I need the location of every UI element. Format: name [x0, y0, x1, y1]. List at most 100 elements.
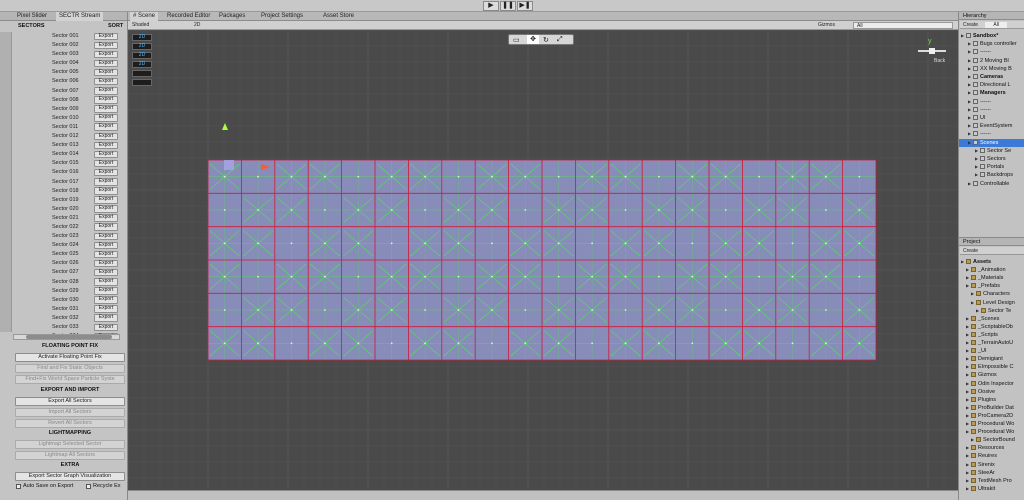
- sector-row[interactable]: Sector 017 Export: [12, 178, 120, 187]
- activate-floating-button[interactable]: Activate Floating Point Fix: [15, 353, 125, 362]
- overlay-toggle[interactable]: 2D: [132, 34, 152, 41]
- sector-export-button[interactable]: Export: [94, 123, 118, 131]
- hierarchy-item[interactable]: ▶ ------: [959, 48, 1024, 56]
- lightmap-selected-button[interactable]: Lightmap Selected Sector: [15, 440, 125, 449]
- project-item[interactable]: ▶ Demigiant: [959, 355, 1003, 363]
- project-item[interactable]: ▶ ProBuilder Dat: [959, 404, 1014, 412]
- overlay-toggle[interactable]: 2D: [132, 61, 152, 68]
- import-all-button[interactable]: Import All Sectors: [15, 408, 125, 417]
- sector-row[interactable]: Sector 021 Export: [12, 214, 120, 223]
- find-fix-particle-button[interactable]: Find+Fix World Space Particle Syste: [15, 375, 125, 384]
- sector-export-button[interactable]: Export: [94, 250, 118, 259]
- project-item[interactable]: ▶ Oosive: [959, 388, 995, 396]
- tab-sectr-stream[interactable]: SECTR Stream: [56, 12, 104, 21]
- hierarchy-item[interactable]: ▶ Bugs controller: [959, 40, 1024, 48]
- project-item[interactable]: ▶ TextMesh Pro: [959, 477, 1012, 485]
- hierarchy-item[interactable]: ▶ Managers: [959, 89, 1024, 97]
- sector-row[interactable]: Sector 005 Export: [12, 68, 120, 77]
- scene-canvas[interactable]: [128, 30, 958, 490]
- sector-row[interactable]: Sector 022 Export: [12, 223, 120, 232]
- project-item[interactable]: ▶ Reuires: [959, 452, 997, 460]
- export-visualization-button[interactable]: Export Sector Graph Visualization: [15, 472, 125, 481]
- 2d-toggle[interactable]: 2D: [194, 22, 200, 29]
- sector-export-button[interactable]: Export: [94, 287, 118, 295]
- sector-row[interactable]: Sector 033 Export: [12, 323, 120, 332]
- sector-export-button[interactable]: Export: [94, 314, 118, 322]
- project-item[interactable]: ▶ _Scenes: [959, 315, 999, 323]
- project-item[interactable]: ▶ Level Design: [959, 299, 1015, 307]
- hierarchy-create-button[interactable]: Create: [963, 22, 978, 28]
- project-item[interactable]: ▶ _ScriptableOb: [959, 323, 1013, 331]
- sector-row[interactable]: Sector 016 Export: [12, 168, 120, 177]
- project-item[interactable]: ▶ _Animation: [959, 266, 1006, 274]
- sector-export-button[interactable]: Export: [94, 50, 118, 59]
- sector-export-button[interactable]: Export: [94, 77, 118, 86]
- overlay-toggle[interactable]: [132, 79, 152, 86]
- project-item[interactable]: ▶ Characters: [959, 290, 1010, 298]
- lightmap-all-button[interactable]: Lightmap All Sectors: [15, 451, 125, 460]
- sector-export-button[interactable]: Export: [94, 232, 118, 241]
- project-item[interactable]: ▶ Resources: [959, 444, 1004, 452]
- sector-row[interactable]: Sector 024 Export: [12, 241, 120, 250]
- project-create-button[interactable]: Create: [963, 248, 978, 254]
- project-item[interactable]: ▶ Odin Inspector: [959, 380, 1014, 388]
- sector-export-button[interactable]: Export: [94, 32, 118, 40]
- shading-dropdown[interactable]: Shaded: [132, 22, 149, 29]
- sector-export-button[interactable]: Export: [94, 68, 118, 77]
- hierarchy-item[interactable]: ▶ Backdrops: [959, 171, 1024, 179]
- project-item[interactable]: ▶ Sector Te: [959, 307, 1011, 315]
- sector-export-button[interactable]: Export: [94, 259, 118, 268]
- hierarchy-item[interactable]: ▶ Sector Se: [959, 147, 1024, 155]
- project-item[interactable]: ▶ _Prefabs: [959, 282, 1000, 290]
- hierarchy-search-input[interactable]: All: [985, 22, 1007, 28]
- sector-row[interactable]: Sector 025 Export: [12, 250, 120, 259]
- sector-row[interactable]: Sector 007 Export: [12, 87, 120, 96]
- recycle-checkbox[interactable]: [86, 484, 91, 489]
- sector-export-button[interactable]: Export: [94, 178, 118, 186]
- sector-export-button[interactable]: Export: [94, 114, 118, 122]
- sector-row[interactable]: Sector 027 Export: [12, 268, 120, 277]
- hierarchy-item[interactable]: ▶ Portals: [959, 163, 1024, 171]
- sector-row[interactable]: Sector 019 Export: [12, 196, 120, 205]
- sector-row[interactable]: Sector 013 Export: [12, 141, 120, 150]
- sector-row[interactable]: Sector 026 Export: [12, 259, 120, 268]
- project-tab[interactable]: Project: [959, 238, 1024, 246]
- gizmo-center[interactable]: [929, 48, 935, 54]
- sector-row[interactable]: Sector 009 Export: [12, 105, 120, 114]
- project-item[interactable]: ▶ _TerrainAutoU: [959, 339, 1013, 347]
- sector-export-button[interactable]: Export: [94, 41, 118, 50]
- hierarchy-toolbar[interactable]: Create All: [960, 21, 1024, 29]
- project-item[interactable]: ▶ _Scripts: [959, 331, 998, 339]
- sector-row[interactable]: Sector 031 Export: [12, 305, 120, 314]
- project-item[interactable]: ▶ Procedural Wo: [959, 420, 1014, 428]
- sector-export-button[interactable]: Export: [94, 268, 118, 277]
- tab-project-settings[interactable]: Project Settings: [258, 12, 306, 21]
- sector-row[interactable]: Sector 018 Export: [12, 187, 120, 196]
- project-item[interactable]: ▶ Assets: [959, 258, 991, 266]
- find-fix-static-button[interactable]: Find and Fix Static Objects: [15, 364, 125, 373]
- pause-button[interactable]: ❚❚: [500, 1, 516, 11]
- hierarchy-item[interactable]: ▶ 2 Moving Bl: [959, 57, 1024, 65]
- project-item[interactable]: ▶ ProCamera2D: [959, 412, 1013, 420]
- rotate-tool-icon[interactable]: ↻: [543, 36, 549, 44]
- sector-row[interactable]: Sector 023 Export: [12, 232, 120, 241]
- sector-row[interactable]: Sector 030 Export: [12, 296, 120, 305]
- hierarchy-item[interactable]: ▶ ------: [959, 130, 1024, 138]
- sector-export-button[interactable]: Export: [94, 132, 118, 141]
- sector-row[interactable]: Sector 003 Export: [12, 50, 120, 59]
- project-item[interactable]: ▶ _Materials: [959, 274, 1003, 282]
- overlay-toggle[interactable]: 2D: [132, 52, 152, 59]
- hierarchy-item[interactable]: ▶ ------: [959, 98, 1024, 106]
- sector-export-button[interactable]: Export: [94, 214, 118, 222]
- sector-export-button[interactable]: Export: [94, 141, 118, 150]
- hierarchy-item[interactable]: ▶ ------: [959, 106, 1024, 114]
- hierarchy-item[interactable]: ▶ Sectors: [959, 155, 1024, 163]
- gizmo-y-axis[interactable]: y: [928, 38, 932, 45]
- sector-export-button[interactable]: Export: [94, 196, 118, 204]
- project-item[interactable]: ▶ _UI: [959, 347, 987, 355]
- tab-packages[interactable]: Packages: [216, 12, 248, 21]
- project-toolbar[interactable]: Create: [960, 247, 1024, 255]
- tab-scene[interactable]: # Scene: [130, 12, 159, 21]
- hierarchy-item[interactable]: ▶ Controllable: [959, 180, 1024, 188]
- sector-export-button[interactable]: Export: [94, 168, 118, 177]
